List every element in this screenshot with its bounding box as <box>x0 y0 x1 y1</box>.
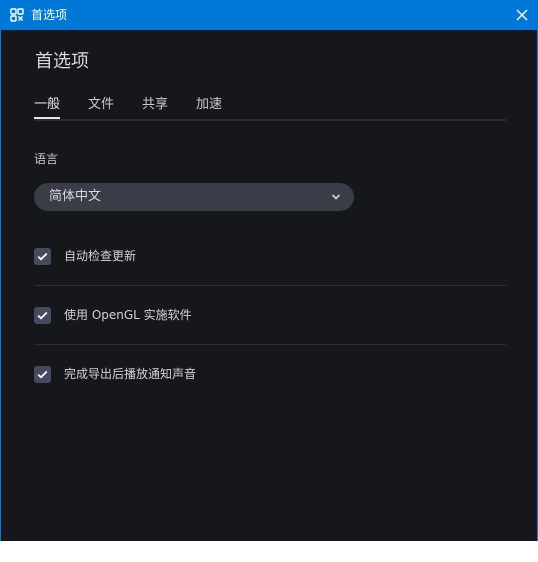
language-select-value: 简体中文 <box>49 189 102 204</box>
option-auto-update: 自动检查更新 <box>34 244 506 268</box>
window-title: 首选项 <box>31 8 68 22</box>
app-icon <box>10 8 24 22</box>
preferences-window: 首选项 首选项 一般 文件 共享 加速 语言 简体中文 自动检查更新 使用 Op… <box>0 0 538 541</box>
opengl-label: 使用 OpenGL 实施软件 <box>64 308 192 322</box>
divider <box>34 285 506 286</box>
close-button[interactable] <box>505 0 538 30</box>
option-export-sound: 完成导出后播放通知声音 <box>34 362 506 386</box>
tab-sharing[interactable]: 共享 <box>142 97 168 113</box>
close-icon <box>516 9 528 21</box>
tab-general[interactable]: 一般 <box>34 97 60 113</box>
export-sound-checkbox[interactable] <box>34 366 51 383</box>
language-select[interactable]: 简体中文 <box>34 183 354 211</box>
tab-acceleration[interactable]: 加速 <box>196 97 222 113</box>
check-icon <box>37 252 48 261</box>
opengl-checkbox[interactable] <box>34 307 51 324</box>
divider <box>34 344 506 345</box>
auto-update-checkbox[interactable] <box>34 248 51 265</box>
auto-update-label: 自动检查更新 <box>64 249 137 263</box>
language-label: 语言 <box>34 152 59 166</box>
title-bar[interactable]: 首选项 <box>1 0 538 30</box>
option-opengl: 使用 OpenGL 实施软件 <box>34 303 506 327</box>
check-icon <box>37 311 48 320</box>
export-sound-label: 完成导出后播放通知声音 <box>64 367 197 381</box>
tab-bar: 一般 文件 共享 加速 <box>34 95 506 121</box>
chevron-down-icon <box>331 194 341 200</box>
tab-files[interactable]: 文件 <box>88 97 114 113</box>
active-tab-indicator <box>34 117 60 119</box>
page-title: 首选项 <box>35 51 89 72</box>
check-icon <box>37 370 48 379</box>
